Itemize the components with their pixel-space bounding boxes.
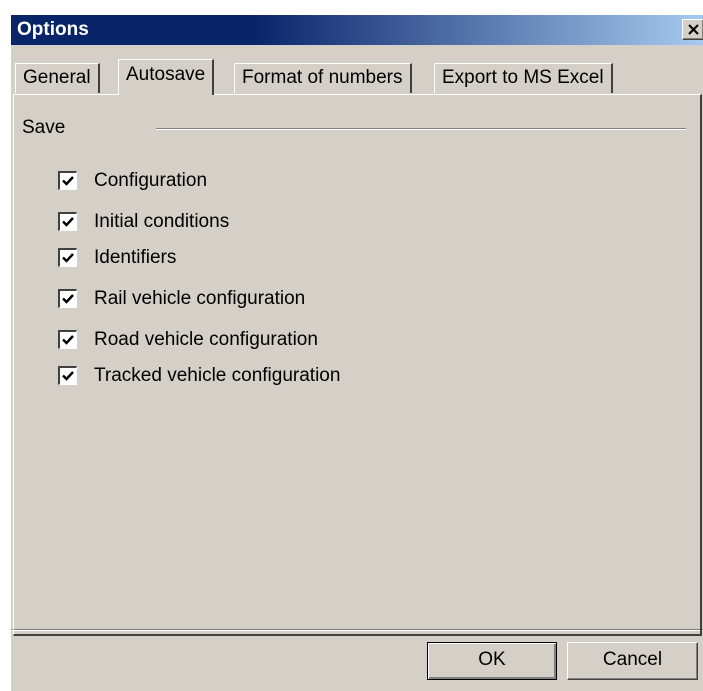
close-button[interactable] [682,19,703,40]
initial-conditions-checkbox[interactable] [58,212,77,231]
identifiers-checkbox[interactable] [58,248,77,267]
option-label: Road vehicle configuration [94,329,318,350]
tab-label: General [23,67,91,88]
group-divider [156,128,686,130]
tab-general[interactable]: General [15,63,100,93]
autosave-panel: Save Configuration Initial conditions Id… [13,94,702,636]
checkmark-icon [62,217,74,227]
checkmark-icon [62,176,74,186]
tab-label: Autosave [126,64,206,85]
road-vehicle-checkbox[interactable] [58,330,77,349]
option-label: Rail vehicle configuration [94,288,306,309]
save-group-label: Save [22,117,66,138]
checkmark-icon [62,253,74,263]
checkmark-icon [62,335,74,345]
tab-format-of-numbers[interactable]: Format of numbers [234,63,412,93]
tab-label: Format of numbers [242,67,403,88]
tab-label: Export to MS Excel [442,67,604,88]
checkmark-icon [62,371,74,381]
close-icon [688,24,699,35]
configuration-checkbox[interactable] [58,171,77,190]
tab-export-to-ms-excel[interactable]: Export to MS Excel [434,63,613,93]
option-label: Identifiers [94,247,177,268]
option-label: Configuration [94,170,208,191]
options-dialog: Options General Autosave Format of numbe… [10,14,703,691]
option-label: Initial conditions [94,211,230,232]
option-label: Tracked vehicle configuration [94,365,341,386]
cancel-button[interactable]: Cancel [567,642,698,680]
tab-autosave[interactable]: Autosave [118,59,215,95]
ok-button[interactable]: OK [427,642,557,680]
checkmark-icon [62,294,74,304]
rail-vehicle-checkbox[interactable] [58,289,77,308]
tracked-vehicle-checkbox[interactable] [58,366,77,385]
window-title: Options [17,19,89,40]
title-bar[interactable]: Options [11,15,703,45]
